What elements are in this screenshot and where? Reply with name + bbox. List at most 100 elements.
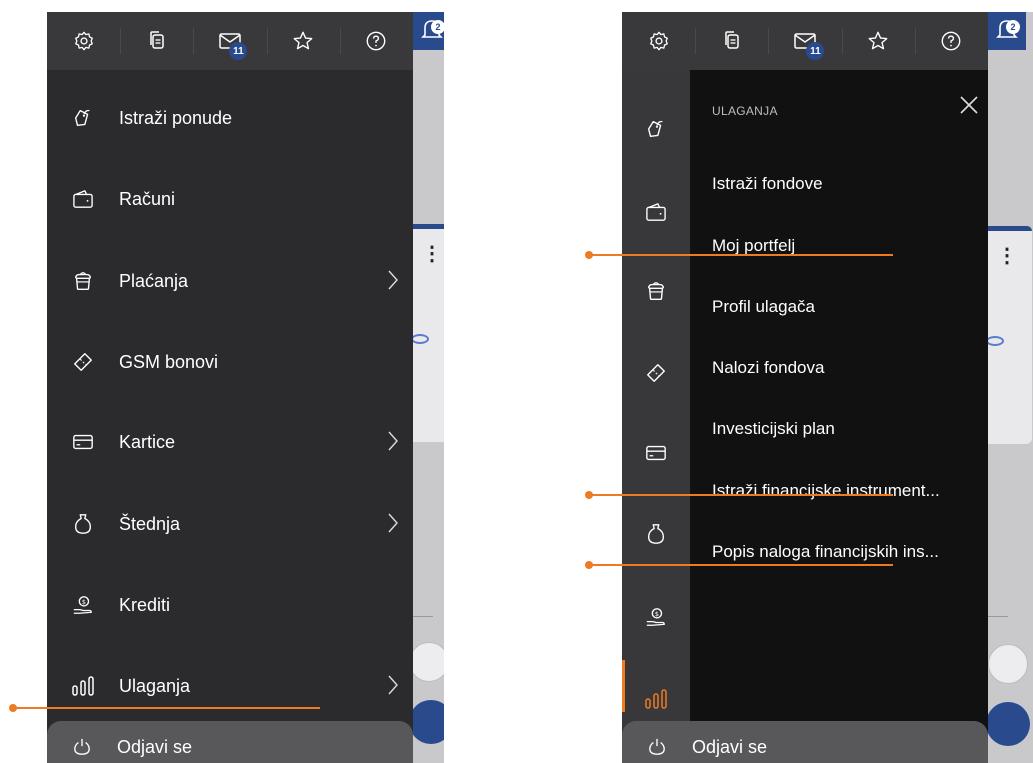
submenu-item-istrazi-financijske-instrumente[interactable]: Istraži financijske instrument... [712, 481, 984, 501]
submenu-item-profil-ulagaca[interactable]: Profil ulagača [712, 297, 984, 317]
gear-icon [74, 31, 93, 51]
document-copy-icon [725, 31, 739, 49]
top-icon-bar: 11 [622, 12, 988, 70]
menu-item-krediti[interactable]: $ Krediti [47, 575, 413, 635]
icon-rail: $ [622, 70, 690, 763]
help-button[interactable] [339, 12, 413, 70]
annotation-line [13, 707, 320, 709]
calendar-button[interactable] [409, 700, 444, 744]
eye-icon [411, 334, 429, 344]
documents-button[interactable] [120, 12, 193, 70]
submenu-item-moj-portfelj[interactable]: Moj portfelj [712, 236, 984, 256]
menu-item-label: Krediti [119, 594, 171, 615]
documents-button[interactable] [695, 12, 768, 70]
gear-icon [649, 31, 668, 51]
favorites-button[interactable] [841, 12, 915, 70]
settings-button[interactable] [47, 12, 120, 70]
document-copy-icon [150, 31, 164, 49]
menu-item-label: Štednja [119, 513, 181, 534]
top-icon-bar: 11 [47, 12, 413, 70]
settings-button[interactable] [622, 12, 695, 70]
calendar-button[interactable] [986, 702, 1030, 746]
wallet-icon [47, 189, 119, 209]
tag-icon [47, 107, 119, 129]
menu-item-stednja[interactable]: Štednja [47, 494, 413, 554]
annotation-line [589, 494, 893, 496]
rail-item-istrazi-ponude[interactable] [622, 118, 690, 140]
logout-button[interactable]: Odjavi se [622, 721, 988, 763]
divider [413, 616, 433, 617]
phone-right: 2 ⋮ 11 $ ULAGANJA Istraži fondove Moj po… [622, 12, 1033, 763]
chat-button[interactable] [409, 642, 444, 682]
notification-badge: 2 [1006, 20, 1020, 34]
savings-icon [47, 512, 119, 536]
notifications-button[interactable]: 2 [988, 12, 1026, 50]
help-icon [942, 31, 961, 51]
chat-button[interactable] [988, 644, 1028, 684]
rail-item-gsm-bonovi[interactable] [622, 362, 690, 384]
menu-item-label: Plaćanja [119, 270, 189, 291]
favorites-button[interactable] [266, 12, 340, 70]
rail-item-stednja[interactable] [622, 522, 690, 546]
chevron-right-icon [388, 675, 398, 695]
voucher-icon [47, 351, 119, 373]
menu-item-label: Ulaganja [119, 675, 191, 696]
card-icon [646, 445, 666, 461]
phone-left: 2 ⋮ 11 Istraži ponude Računi Plaćanja GS… [47, 12, 444, 763]
savings-icon [647, 524, 665, 544]
more-icon: ⋮ [997, 245, 1017, 267]
help-button[interactable] [914, 12, 988, 70]
messages-button[interactable]: 11 [193, 12, 266, 70]
submenu-item-nalozi-fondova[interactable]: Nalozi fondova [712, 358, 984, 378]
chevron-right-icon [388, 270, 398, 290]
submenu-panel: ULAGANJA Istraži fondove Moj portfelj Pr… [690, 70, 988, 763]
messages-button[interactable]: 11 [768, 12, 841, 70]
money-pot-icon [47, 270, 119, 292]
notification-badge: 2 [431, 20, 444, 34]
logout-label: Odjavi se [117, 736, 193, 757]
svg-text:$: $ [655, 610, 659, 618]
submenu-item-popis-naloga[interactable]: Popis naloga financijskih ins... [712, 542, 984, 562]
submenu-title: ULAGANJA [712, 104, 778, 118]
help-icon [367, 31, 386, 51]
menu-item-label: Kartice [119, 431, 176, 452]
card-icon [47, 433, 119, 451]
divider [988, 616, 1008, 617]
chevron-right-icon [388, 431, 398, 451]
wallet-icon [646, 202, 666, 221]
messages-badge: 11 [806, 42, 825, 60]
logout-button[interactable]: Odjavi se [47, 721, 413, 763]
menu-item-gsm-bonovi[interactable]: GSM bonovi [47, 332, 413, 392]
tag-icon [647, 120, 663, 138]
more-icon: ⋮ [422, 243, 442, 265]
submenu-item-istrazi-fondove[interactable]: Istraži fondove [712, 174, 984, 194]
logout-label: Odjavi se [692, 736, 768, 757]
voucher-icon [647, 364, 665, 382]
rail-item-placanja[interactable] [622, 280, 690, 302]
close-icon[interactable] [958, 94, 980, 116]
svg-text:$: $ [82, 598, 86, 606]
menu-item-istrazi-ponude[interactable]: Istraži ponude [47, 88, 413, 148]
menu-drawer: 11 $ ULAGANJA Istraži fondove Moj portfe… [622, 12, 988, 763]
investment-icon [47, 675, 119, 697]
investment-icon [645, 689, 667, 709]
power-icon [47, 738, 117, 756]
menu-item-placanja[interactable]: Plaćanja [47, 251, 413, 311]
chevron-right-icon [388, 513, 398, 533]
loan-icon: $ [47, 594, 119, 616]
menu-item-kartice[interactable]: Kartice [47, 412, 413, 472]
menu-item-label: Računi [119, 188, 176, 209]
rail-item-racuni[interactable] [622, 202, 690, 222]
loan-icon: $ [646, 608, 665, 626]
notifications-button[interactable]: 2 [413, 12, 444, 50]
menu-item-racuni[interactable]: Računi [47, 169, 413, 229]
submenu-item-investicijski-plan[interactable]: Investicijski plan [712, 419, 984, 439]
rail-item-krediti[interactable]: $ [622, 606, 690, 628]
star-icon [293, 31, 313, 50]
eye-icon [986, 336, 1004, 346]
menu-item-label: GSM bonovi [119, 351, 219, 372]
stage: 2 ⋮ 11 Istraži ponude Računi Plaćanja GS… [0, 0, 1033, 763]
rail-item-ulaganja[interactable] [622, 688, 690, 710]
rail-item-kartice[interactable] [622, 444, 690, 462]
annotation-line [589, 564, 893, 566]
